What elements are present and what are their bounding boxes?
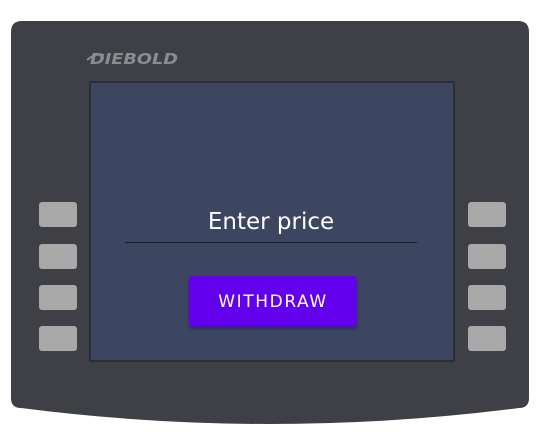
right-side-key-1[interactable] [468,202,506,227]
left-side-key-3[interactable] [39,285,77,310]
diebold-logo: DIEBOLD [86,47,182,69]
brand-name: DIEBOLD [90,50,178,68]
right-side-key-2[interactable] [468,244,506,269]
atm-screen: WITHDRAW [89,81,455,362]
left-side-key-1[interactable] [39,202,77,227]
left-side-key-2[interactable] [39,244,77,269]
right-side-key-4[interactable] [468,326,506,351]
price-input[interactable] [125,201,417,243]
left-side-key-4[interactable] [39,326,77,351]
withdraw-button[interactable]: WITHDRAW [189,276,357,327]
right-side-key-3[interactable] [468,285,506,310]
